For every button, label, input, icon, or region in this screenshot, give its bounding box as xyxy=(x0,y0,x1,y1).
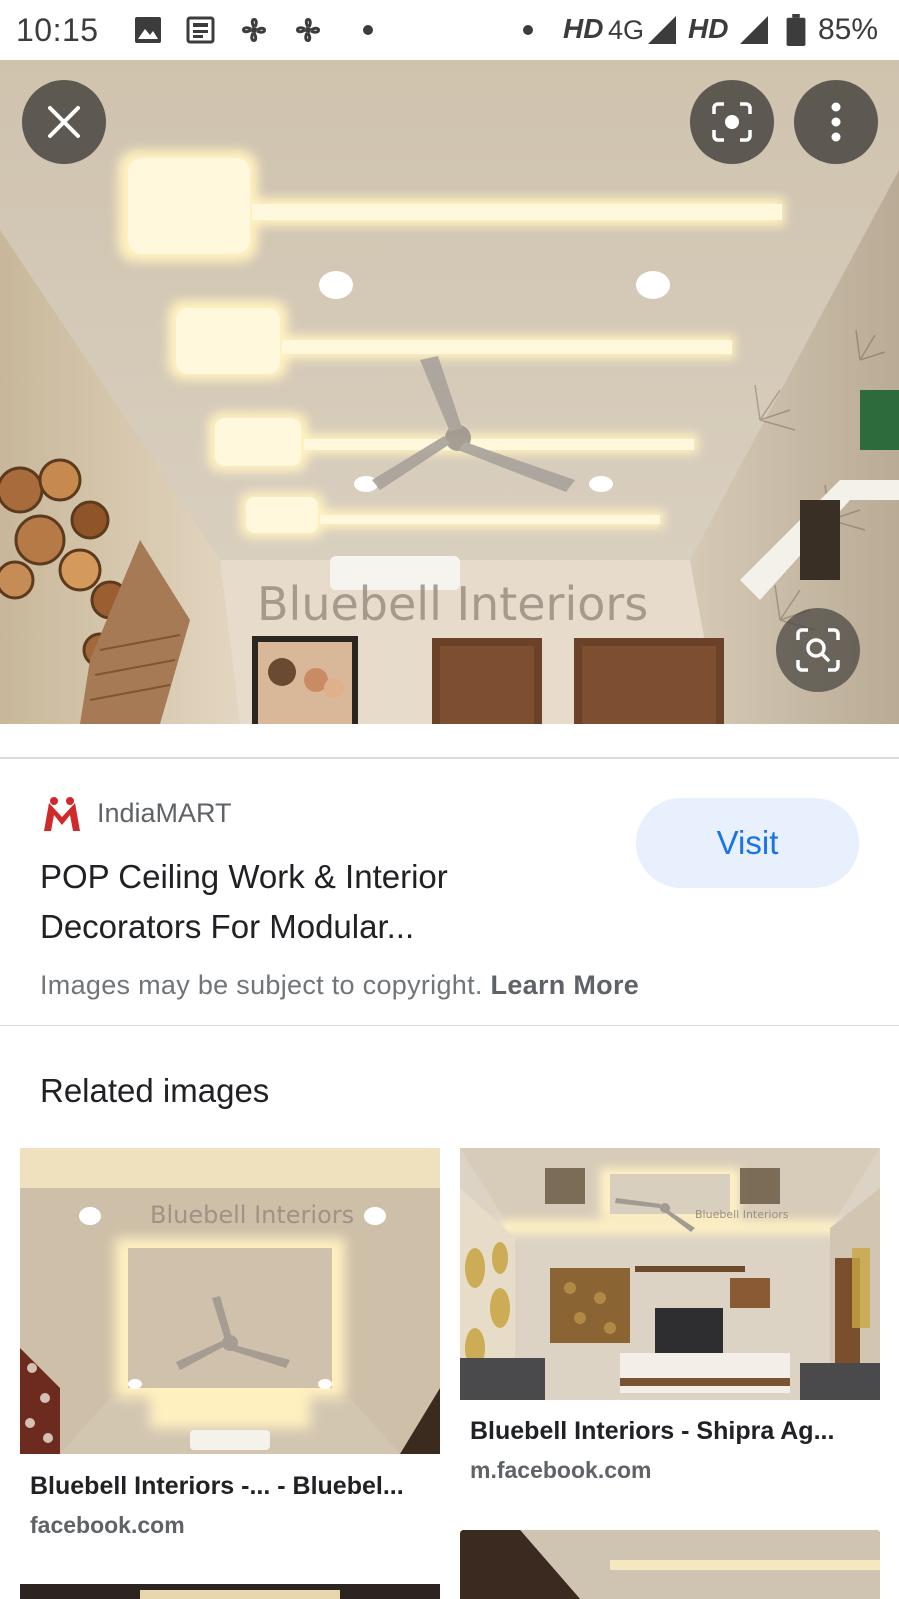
news-icon xyxy=(186,16,215,44)
related-image-3[interactable] xyxy=(460,1530,880,1599)
ceiling-photo: Bluebell Interiors xyxy=(0,60,899,724)
network-hd-label: HD xyxy=(563,13,604,44)
more-options-button[interactable] xyxy=(794,80,878,164)
related-image-4[interactable] xyxy=(20,1584,440,1599)
related-image-1[interactable]: Bluebell Interiors xyxy=(20,1148,440,1454)
battery-percent: 85% xyxy=(818,13,879,46)
network-hd-label: HD xyxy=(688,13,729,44)
hero-image[interactable]: Bluebell Interiors xyxy=(0,60,899,724)
close-button[interactable] xyxy=(22,80,106,164)
copyright-text: Images may be subject to copyright. xyxy=(40,970,483,1000)
related-image-3-photo xyxy=(460,1530,880,1599)
signal-icon xyxy=(740,16,768,44)
related-item-domain: m.facebook.com xyxy=(470,1457,652,1483)
related-item-title[interactable]: Bluebell Interiors - Shipra Ag... xyxy=(470,1417,834,1446)
related-images-heading: Related images xyxy=(40,1072,270,1109)
related-image-1-photo: Bluebell Interiors xyxy=(20,1148,440,1454)
search-region-icon xyxy=(796,628,840,672)
divider xyxy=(0,1025,899,1026)
source-name[interactable]: IndiaMART xyxy=(97,798,232,829)
search-region-button[interactable] xyxy=(776,608,860,692)
hero-watermark: Bluebell Interiors xyxy=(257,577,648,631)
indiamart-logo xyxy=(43,796,81,834)
related-item-domain: facebook.com xyxy=(30,1512,185,1538)
more-vert-icon xyxy=(831,102,841,142)
visit-button[interactable]: Visit xyxy=(636,798,859,888)
lens-button[interactable] xyxy=(690,80,774,164)
result-title[interactable]: POP Ceiling Work & Interior Decorators F… xyxy=(40,852,600,952)
battery-icon xyxy=(786,14,806,46)
status-bar: 10:15 HD 4G HD 85% xyxy=(0,0,899,60)
network-4g-label: 4G xyxy=(608,15,645,45)
fan-icon xyxy=(296,18,320,42)
lens-icon xyxy=(712,102,752,142)
related-item-title[interactable]: Bluebell Interiors -... - Bluebel... xyxy=(30,1472,404,1501)
divider xyxy=(0,757,899,759)
related-watermark: Bluebell Interiors xyxy=(695,1208,789,1221)
image-icon xyxy=(135,17,161,43)
related-watermark: Bluebell Interiors xyxy=(150,1201,354,1229)
status-time: 10:15 xyxy=(16,12,99,48)
learn-more-link[interactable]: Learn More xyxy=(491,970,640,1000)
dot-icon xyxy=(523,25,533,35)
related-image-4-photo xyxy=(20,1584,440,1599)
related-image-2-photo: Bluebell Interiors xyxy=(460,1148,880,1400)
signal-icon xyxy=(648,16,676,44)
copyright-notice: Images may be subject to copyright. Lear… xyxy=(40,970,639,1001)
related-image-2[interactable]: Bluebell Interiors xyxy=(460,1148,880,1400)
fan-icon xyxy=(242,18,266,42)
dot-icon xyxy=(363,25,373,35)
close-icon xyxy=(48,106,80,138)
